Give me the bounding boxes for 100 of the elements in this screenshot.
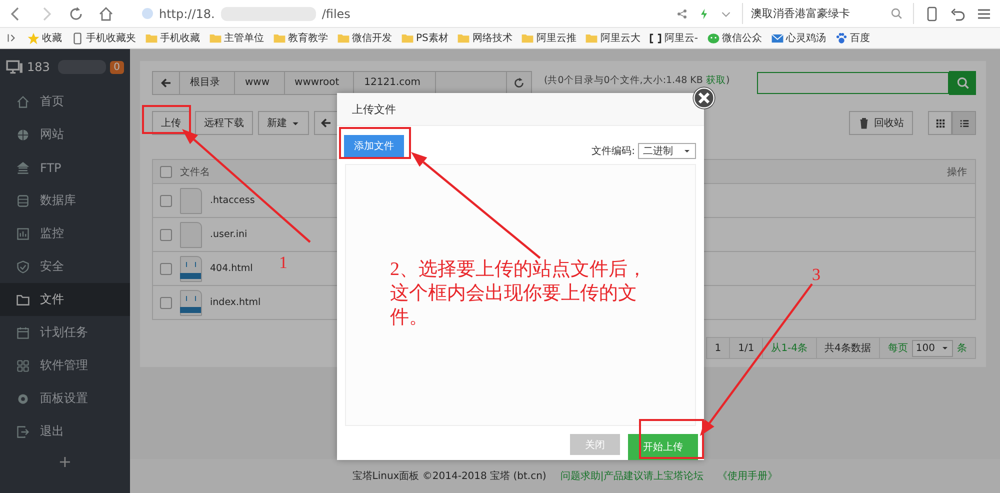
grid-view-button[interactable] <box>928 111 952 135</box>
chart-icon <box>16 226 30 240</box>
list-view-button[interactable] <box>952 111 976 135</box>
mail-icon <box>771 32 784 44</box>
exit-icon <box>16 424 30 438</box>
sidebar-item[interactable]: 首页 <box>0 85 130 118</box>
sidebar-item[interactable]: 数据库 <box>0 184 130 217</box>
sidebar-item[interactable]: 网站 <box>0 118 130 151</box>
per-page-unit: 条 <box>957 342 967 355</box>
search-icon[interactable] <box>890 7 903 20</box>
bookmark[interactable]: 收藏 <box>27 31 62 45</box>
file-name[interactable]: .htaccess <box>210 195 255 206</box>
breadcrumb-item[interactable]: 根目录 <box>180 72 235 94</box>
refresh-icon[interactable] <box>513 77 525 89</box>
page-count: 1/1 <box>730 338 764 358</box>
add-button[interactable]: + <box>0 452 130 471</box>
highlight-box <box>639 419 704 459</box>
folder-icon <box>209 32 222 44</box>
checkbox[interactable] <box>160 262 172 274</box>
caret-icon <box>941 344 949 352</box>
file-name[interactable]: index.html <box>210 297 261 308</box>
folder-icon <box>585 32 598 44</box>
column-header: 操作 <box>947 166 967 178</box>
encoding-label: 文件编码: <box>592 144 635 158</box>
folder-icon <box>401 32 414 44</box>
new-dropdown[interactable]: 新建 <box>258 111 309 135</box>
sidebar-item[interactable]: 安全 <box>0 250 130 283</box>
bookmark[interactable]: 心灵鸡汤 <box>771 31 826 45</box>
annotation-note: 2、选择要上传的站点文件后，这个框内会出现你要上传的文件。 <box>390 258 648 330</box>
sidebar-item[interactable]: 退出 <box>0 415 130 448</box>
close-icon[interactable] <box>692 86 716 110</box>
folder-icon <box>521 32 534 44</box>
sidebar-item[interactable]: 监控 <box>0 217 130 250</box>
globe-icon <box>16 128 30 142</box>
bookmark[interactable]: 阿里云大 <box>585 31 640 45</box>
sidebar-item[interactable]: 面板设置 <box>0 382 130 415</box>
bookmark[interactable]: 阿里云推 <box>521 31 576 45</box>
copyright-text: 宝塔Linux面板 ©2014-2018 宝塔 (bt.cn) <box>352 470 546 483</box>
reload-icon[interactable] <box>68 6 84 22</box>
address-bar[interactable]: http://18. /files <box>142 4 350 24</box>
folder-icon <box>145 32 158 44</box>
server-icon <box>16 160 30 174</box>
phone-icon <box>71 32 84 44</box>
per-page-select[interactable]: 100 <box>912 340 953 356</box>
shield-icon <box>16 260 30 274</box>
checkbox[interactable] <box>160 228 172 240</box>
encoding-select[interactable]: 二进制 <box>638 143 696 160</box>
toolbar-button[interactable]: 远程下载 <box>195 111 253 135</box>
grid-icon <box>16 358 30 372</box>
search-field[interactable]: 澳取消香港富豪绿卡 <box>742 3 914 24</box>
step-number: 1 <box>279 253 288 273</box>
file-icon <box>180 188 202 214</box>
sidebar-item[interactable]: 软件管理 <box>0 349 130 382</box>
sidebar-item[interactable]: 文件 <box>0 283 130 316</box>
record-total: 共4条数据 <box>816 338 880 358</box>
folder-icon <box>273 32 286 44</box>
folder-icon <box>457 32 470 44</box>
recycle-bin-button[interactable]: 回收站 <box>849 111 913 135</box>
back-arrow-icon <box>320 117 332 129</box>
bookmark[interactable]: 微信开发 <box>337 31 392 45</box>
page-number[interactable]: 1 <box>706 338 730 358</box>
file-name[interactable]: .user.ini <box>210 229 248 240</box>
checkbox[interactable] <box>160 166 172 178</box>
highlight-box <box>142 105 191 134</box>
url-text: /files <box>322 6 350 20</box>
file-icon <box>180 222 202 248</box>
search-field[interactable] <box>757 72 949 94</box>
search-button[interactable] <box>949 71 976 95</box>
record-range: 从1-4条 <box>763 338 817 358</box>
close-button: 关闭 <box>570 434 620 455</box>
breadcrumb-item[interactable]: www <box>235 72 285 94</box>
bookmark[interactable]: 教育教学 <box>273 31 328 45</box>
bookmark[interactable]: 手机收藏 <box>145 31 200 45</box>
bookmark[interactable]: 手机收藏夹 <box>71 31 136 45</box>
sidebar-item[interactable]: FTP <box>0 151 130 184</box>
back-arrow-icon[interactable] <box>160 77 172 89</box>
back-button[interactable] <box>314 111 338 135</box>
bookmark[interactable]: PS素材 <box>401 31 448 45</box>
search-text: 澳取消香港富豪绿卡 <box>751 6 850 21</box>
caret-icon <box>683 147 691 156</box>
share-icon[interactable] <box>676 8 688 20</box>
database-icon <box>16 194 30 208</box>
checkbox[interactable] <box>160 296 172 308</box>
bookmark[interactable]: 微信公众 <box>707 31 762 45</box>
file-name[interactable]: 404.html <box>210 263 253 274</box>
folder-icon <box>16 292 30 306</box>
bookmark[interactable]: 阿里云- <box>649 31 698 45</box>
bookmark[interactable]: 百度 <box>835 31 870 45</box>
gear-icon <box>16 392 30 406</box>
folder-icon <box>337 32 350 44</box>
bookmark[interactable]: 网络技术 <box>457 31 512 45</box>
paw-icon <box>835 32 848 44</box>
checkbox[interactable] <box>160 194 172 206</box>
star-icon <box>27 32 40 44</box>
sidebar-item[interactable]: 计划任务 <box>0 316 130 349</box>
home-icon <box>16 94 30 108</box>
undo-icon[interactable] <box>950 6 966 22</box>
bookmark[interactable]: 主管单位 <box>209 31 264 45</box>
per-page-label: 每页 <box>888 342 908 355</box>
home-icon[interactable] <box>98 6 114 22</box>
